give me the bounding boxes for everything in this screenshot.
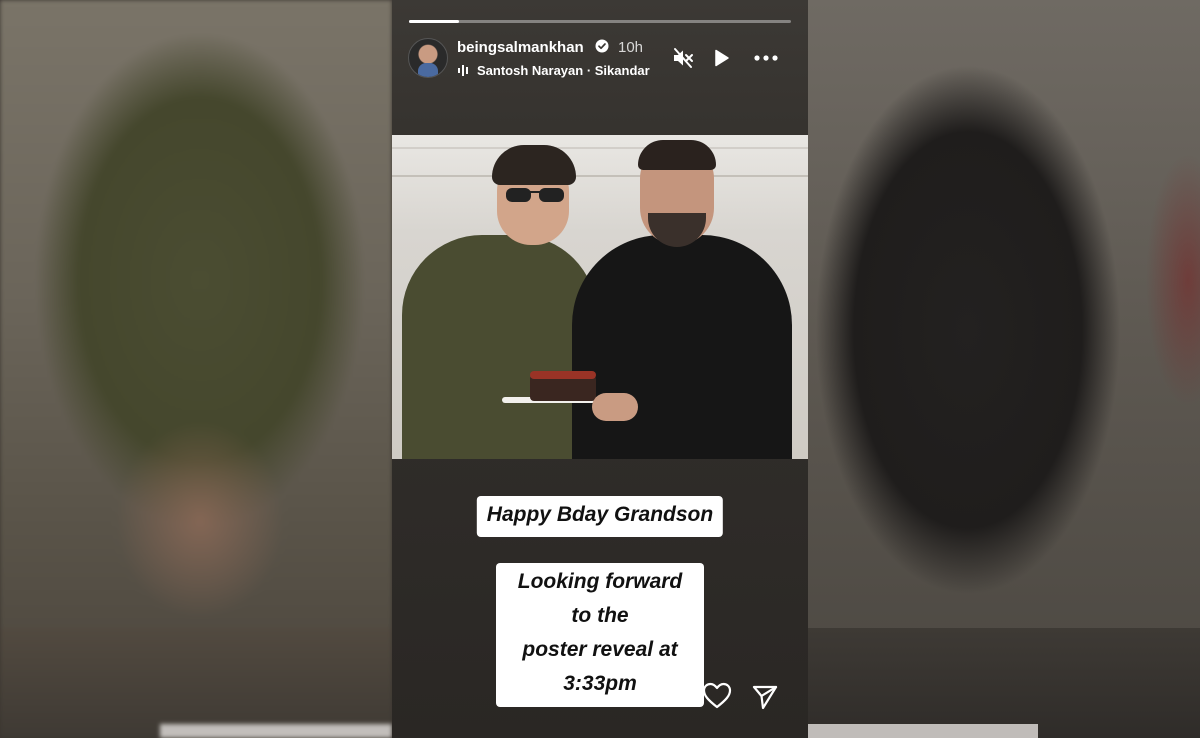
music-bars-icon	[458, 65, 468, 76]
verified-badge-icon	[595, 39, 609, 53]
blurred-floor-right	[808, 628, 1200, 738]
story-header: beingsalmankhan 10h Santosh Narayan · Si…	[392, 32, 808, 82]
story-photo	[392, 135, 808, 459]
more-options-icon[interactable]	[753, 46, 779, 70]
blurred-background-right	[808, 0, 1200, 738]
tent-seam	[392, 147, 808, 149]
blurred-background-left	[0, 0, 392, 738]
person-left-body	[402, 235, 597, 459]
blurred-strip-right	[808, 724, 1038, 738]
person-right-body	[572, 235, 792, 459]
story-time: 10h	[618, 39, 644, 56]
story-progress-fill	[409, 20, 459, 23]
caption-birthday: Happy Bday Grandson	[476, 496, 724, 537]
send-icon[interactable]	[751, 683, 779, 711]
person-left-hair	[492, 145, 576, 185]
caption-poster-reveal: Looking forward to the poster reveal at …	[496, 563, 704, 707]
song-label[interactable]: Santosh Narayan · Sikandar	[477, 63, 650, 78]
person-right-hair	[638, 140, 716, 170]
cake-topping	[530, 371, 596, 379]
play-icon[interactable]	[709, 46, 733, 70]
tent-seam	[392, 175, 808, 177]
caption-poster-line: Looking forward to the poster reveal at …	[517, 570, 683, 695]
blurred-strip-left	[160, 724, 392, 738]
story-viewer[interactable]: beingsalmankhan 10h Santosh Narayan · Si…	[392, 0, 808, 738]
avatar[interactable]	[408, 38, 448, 78]
username[interactable]: beingsalmankhan	[457, 39, 584, 56]
story-progress-bar	[409, 20, 791, 23]
blurred-floor-left	[0, 628, 392, 738]
muted-speaker-icon[interactable]	[671, 46, 695, 70]
sunglasses-icon	[506, 188, 564, 202]
hand-holding-plate	[592, 393, 638, 421]
heart-icon[interactable]	[702, 682, 732, 710]
